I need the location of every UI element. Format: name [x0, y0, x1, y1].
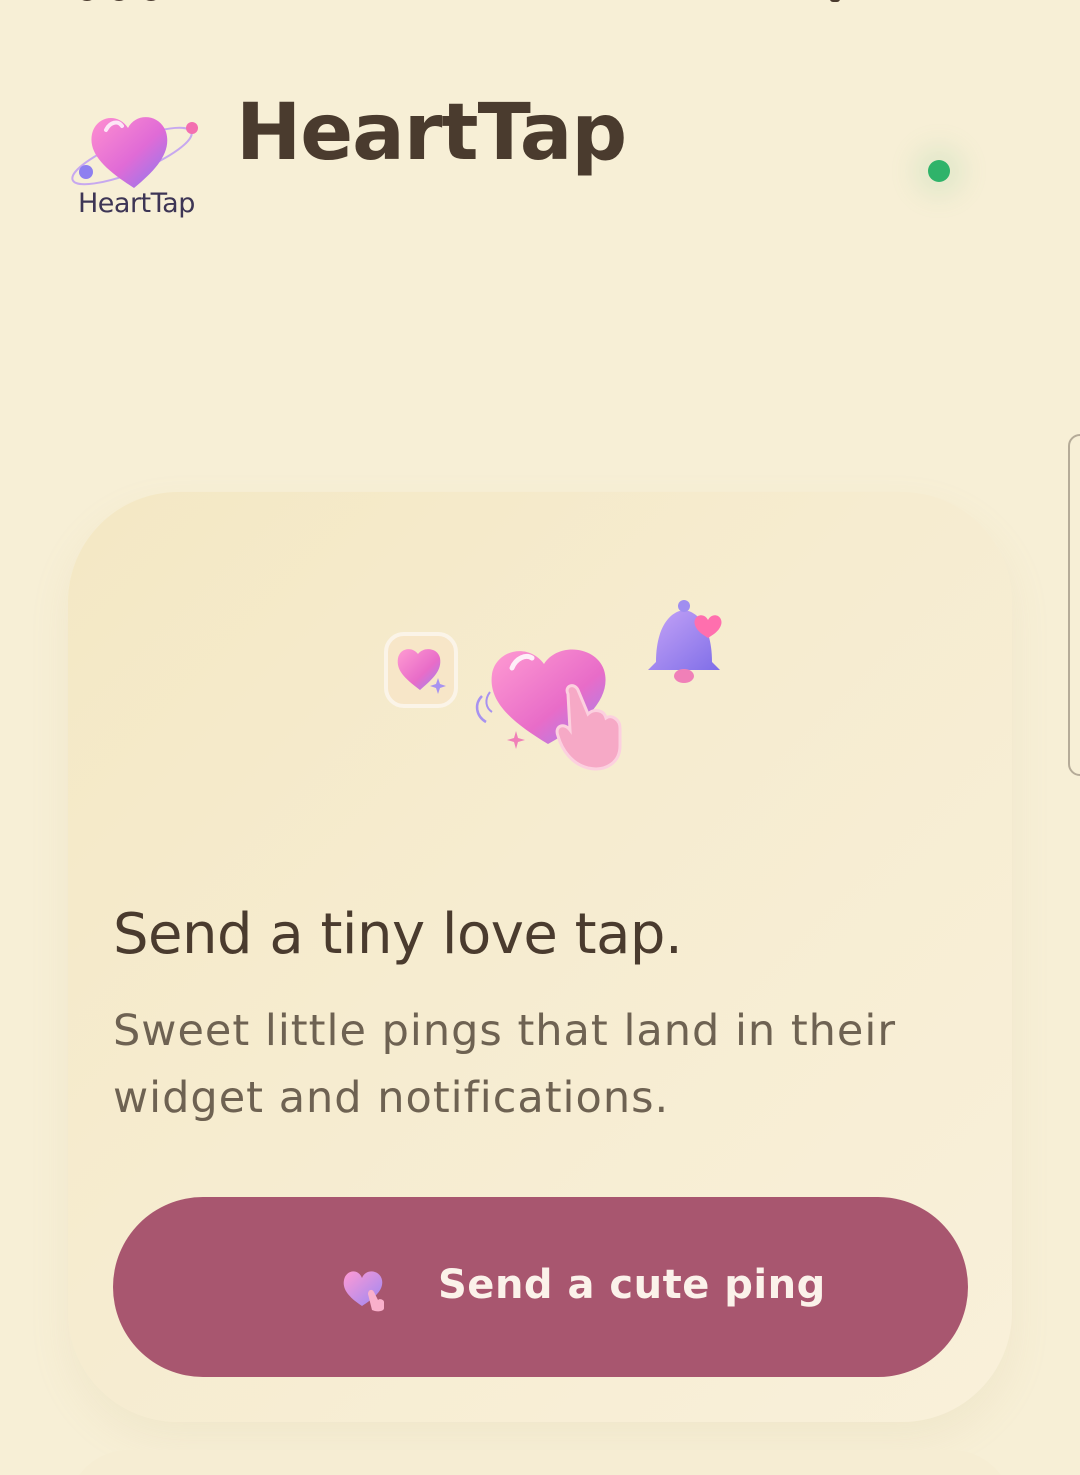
hero-subtext: Sweet little pings that land in their wi…	[113, 1006, 897, 1123]
next-card-peek	[68, 1450, 1012, 1475]
signal-icon	[830, 0, 840, 2]
heart-widget-icon	[384, 632, 458, 708]
hero-headline: Send a tiny love tap.	[113, 902, 683, 967]
hero-illustration	[384, 600, 722, 771]
logo-caption: HeartTap	[78, 188, 195, 219]
heart-tap-icon	[475, 649, 622, 771]
status-bar-left	[78, 0, 198, 4]
app-screen: HeartTap HeartTap Send a tiny love tap. …	[0, 0, 1080, 1475]
heart-ping-icon	[343, 1271, 384, 1312]
notification-bell-icon	[648, 600, 722, 683]
connection-status-indicator	[928, 160, 950, 182]
send-ping-label: Send a cute ping	[438, 1262, 826, 1308]
status-bar-right	[830, 0, 1020, 8]
app-title: HeartTap	[236, 88, 627, 178]
edge-panel-handle[interactable]	[1068, 434, 1080, 776]
